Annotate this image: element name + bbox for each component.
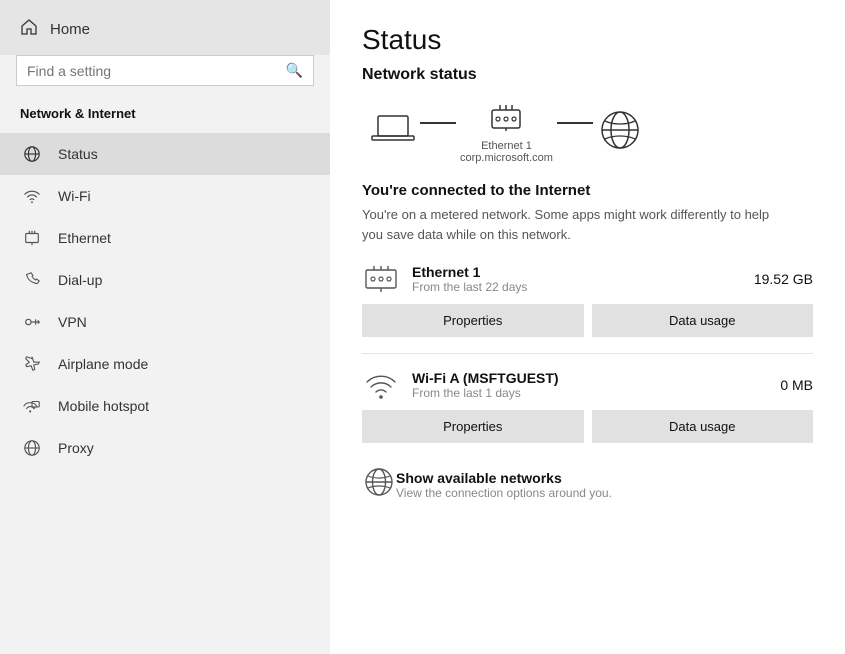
airplane-icon bbox=[20, 355, 44, 373]
sidebar-item-proxy-label: Proxy bbox=[58, 440, 94, 456]
vpn-icon bbox=[20, 313, 44, 331]
sidebar-item-home[interactable]: Home bbox=[0, 0, 330, 55]
wifi-data-usage-button[interactable]: Data usage bbox=[592, 410, 814, 443]
diagram-line-1 bbox=[420, 122, 456, 124]
wifi-data: 0 MB bbox=[764, 377, 813, 393]
hotspot-icon bbox=[20, 397, 44, 415]
connected-title: You're connected to the Internet bbox=[362, 182, 813, 199]
show-networks-title: Show available networks bbox=[396, 470, 612, 486]
search-box: 🔍 bbox=[16, 55, 314, 86]
wifi-buttons: Properties Data usage bbox=[362, 410, 813, 443]
sidebar-item-hotspot[interactable]: Mobile hotspot bbox=[0, 385, 330, 427]
proxy-icon bbox=[20, 439, 44, 457]
diagram-globe bbox=[597, 107, 643, 157]
wifi-sub: From the last 1 days bbox=[412, 386, 559, 400]
wifi-icon bbox=[20, 187, 44, 205]
show-available-networks[interactable]: Show available networks View the connect… bbox=[362, 459, 813, 510]
router-icon bbox=[488, 100, 524, 136]
connected-desc: You're on a metered network. Some apps m… bbox=[362, 205, 782, 244]
ethernet-data-usage-button[interactable]: Data usage bbox=[592, 304, 814, 337]
sidebar-item-status[interactable]: Status bbox=[0, 133, 330, 175]
show-networks-icon bbox=[362, 465, 396, 504]
sidebar-item-vpn-label: VPN bbox=[58, 314, 87, 330]
wifi-network-info: Wi-Fi A (MSFTGUEST) From the last 1 days bbox=[362, 370, 559, 400]
ethernet-name: Ethernet 1 bbox=[412, 264, 527, 280]
wifi-device-icon bbox=[362, 370, 400, 400]
nav-list: Status Wi-Fi bbox=[0, 133, 330, 469]
ethernet-network-info: Ethernet 1 From the last 22 days bbox=[362, 264, 527, 294]
wifi-card-header: Wi-Fi A (MSFTGUEST) From the last 1 days… bbox=[362, 370, 813, 400]
search-input[interactable] bbox=[27, 63, 286, 79]
section-title: Network status bbox=[362, 66, 813, 84]
sidebar-item-dialup-label: Dial-up bbox=[58, 272, 102, 288]
sidebar-item-wifi[interactable]: Wi-Fi bbox=[0, 175, 330, 217]
sidebar-item-proxy[interactable]: Proxy bbox=[0, 427, 330, 469]
ethernet-device-icon bbox=[362, 264, 400, 294]
ethernet-card-header: Ethernet 1 From the last 22 days 19.52 G… bbox=[362, 264, 813, 294]
sidebar-item-vpn[interactable]: VPN bbox=[0, 301, 330, 343]
home-label: Home bbox=[50, 21, 90, 38]
divider-1 bbox=[362, 353, 813, 354]
show-networks-text: Show available networks View the connect… bbox=[396, 470, 612, 500]
ethernet-icon bbox=[20, 229, 44, 247]
sidebar-section-title: Network & Internet bbox=[0, 98, 330, 133]
ethernet-data: 19.52 GB bbox=[738, 271, 813, 287]
ethernet-text: Ethernet 1 From the last 22 days bbox=[412, 264, 527, 294]
diagram-ethernet-label: Ethernet 1 corp.microsoft.com bbox=[460, 140, 553, 164]
ethernet-properties-button[interactable]: Properties bbox=[362, 304, 584, 337]
sidebar-item-hotspot-label: Mobile hotspot bbox=[58, 398, 149, 414]
diagram-line-2 bbox=[557, 122, 593, 124]
wifi-properties-button[interactable]: Properties bbox=[362, 410, 584, 443]
home-icon bbox=[20, 18, 38, 41]
search-icon: 🔍 bbox=[286, 62, 303, 79]
status-icon bbox=[20, 145, 44, 163]
diagram-laptop bbox=[370, 112, 416, 152]
diagram-router: Ethernet 1 corp.microsoft.com bbox=[460, 100, 553, 164]
ethernet-buttons: Properties Data usage bbox=[362, 304, 813, 337]
globe-icon bbox=[597, 107, 643, 153]
sidebar-item-status-label: Status bbox=[58, 146, 98, 162]
sidebar-item-airplane[interactable]: Airplane mode bbox=[0, 343, 330, 385]
sidebar-item-ethernet[interactable]: Ethernet bbox=[0, 217, 330, 259]
main-content: Status Network status bbox=[330, 0, 845, 654]
wifi-text: Wi-Fi A (MSFTGUEST) From the last 1 days bbox=[412, 370, 559, 400]
show-networks-sub: View the connection options around you. bbox=[396, 486, 612, 500]
sidebar-item-airplane-label: Airplane mode bbox=[58, 356, 148, 372]
ethernet-sub: From the last 22 days bbox=[412, 280, 527, 294]
sidebar: Home 🔍 Network & Internet Status bbox=[0, 0, 330, 654]
page-title: Status bbox=[362, 24, 813, 56]
laptop-icon bbox=[370, 112, 416, 148]
ethernet-card: Ethernet 1 From the last 22 days 19.52 G… bbox=[362, 264, 813, 337]
wifi-card: Wi-Fi A (MSFTGUEST) From the last 1 days… bbox=[362, 370, 813, 443]
sidebar-item-wifi-label: Wi-Fi bbox=[58, 188, 91, 204]
sidebar-item-dialup[interactable]: Dial-up bbox=[0, 259, 330, 301]
dialup-icon bbox=[20, 271, 44, 289]
sidebar-item-ethernet-label: Ethernet bbox=[58, 230, 111, 246]
network-diagram: Ethernet 1 corp.microsoft.com bbox=[362, 100, 813, 164]
wifi-name: Wi-Fi A (MSFTGUEST) bbox=[412, 370, 559, 386]
